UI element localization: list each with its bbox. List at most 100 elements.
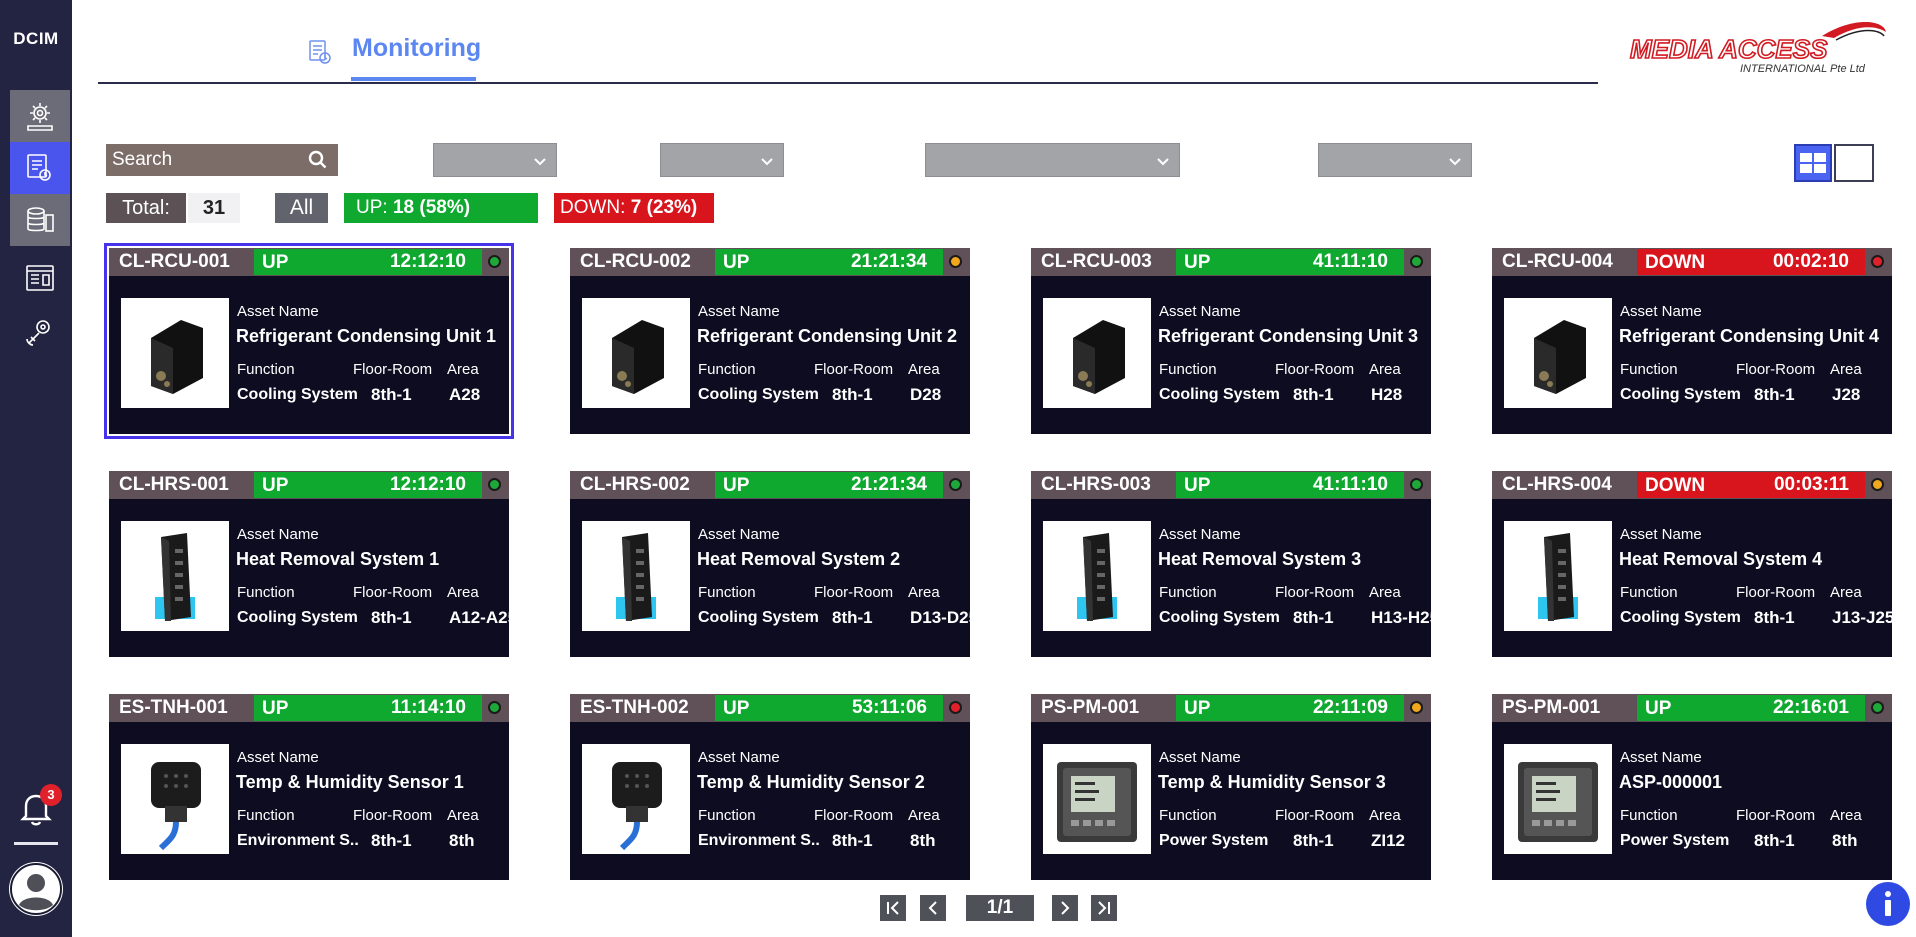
filter-dropdown-2[interactable] (660, 143, 784, 177)
search-icon[interactable] (308, 150, 328, 170)
asset-card[interactable]: CL-RCU-001 UP 12:12:10 Asset Name Refrigeran… (104, 243, 514, 439)
uptime-value: 22:16:01 (1772, 697, 1849, 718)
floor-room-value: 8th-1 (371, 385, 412, 404)
asset-name-value: Temp & Humidity Sensor 3 (1158, 772, 1386, 792)
status-bar: UP 12:12:10 (254, 472, 482, 498)
asset-name-label: Asset Name (1159, 303, 1241, 320)
asset-card[interactable]: CL-RCU-002 UP 21:21:34 Asset Name Refrigeran… (570, 248, 970, 434)
filter-dropdown-3[interactable] (925, 143, 1180, 177)
area-label: Area (908, 361, 940, 378)
grid-view-button[interactable] (1794, 144, 1832, 182)
asset-card[interactable]: CL-HRS-003 UP 41:11:10 Asset Name Heat Remov… (1031, 471, 1439, 657)
uptime-value: 21:21:34 (850, 474, 927, 495)
uptime-value: 21:21:34 (850, 251, 927, 272)
status-bar: UP 12:12:10 (254, 249, 482, 275)
user-avatar[interactable] (9, 862, 63, 916)
status-label: UP (1184, 475, 1211, 496)
asset-card[interactable]: CL-RCU-003 UP 41:11:10 Asset Name Refrigeran… (1031, 248, 1431, 434)
status-indicator-dot (949, 701, 962, 714)
asset-name-label: Asset Name (698, 526, 780, 543)
area-label: Area (1369, 361, 1401, 378)
first-page-button[interactable] (880, 895, 906, 921)
page-indicator: 1/1 (966, 895, 1034, 921)
asset-id: CL-HRS-003 (1041, 474, 1151, 495)
area-value: H28 (1371, 385, 1403, 404)
filter-all-button[interactable]: All (275, 193, 328, 223)
asset-card[interactable]: ES-TNH-002 UP 53:11:06 Asset Name Temp & Hum… (570, 694, 970, 880)
card-header: CL-HRS-002 UP 21:21:34 (570, 471, 970, 499)
tab-monitoring[interactable]: Monitoring (352, 34, 481, 63)
nav-settings-gears-icon[interactable] (10, 90, 70, 142)
asset-image (1043, 521, 1151, 631)
down-label: DOWN: (560, 197, 626, 218)
area-value: H13-H25 (1371, 608, 1440, 627)
status-indicator-dot (488, 478, 501, 491)
area-value: 8th (910, 831, 936, 850)
search-input[interactable] (106, 144, 302, 176)
area-value: A28 (449, 385, 481, 404)
function-label: Function (237, 584, 295, 601)
nav-database-icon[interactable] (10, 194, 70, 246)
function-value: Cooling System (1620, 386, 1741, 403)
status-label: UP (1184, 698, 1211, 719)
asset-name-label: Asset Name (237, 303, 319, 320)
area-label: Area (908, 807, 940, 824)
asset-id: CL-RCU-001 (119, 251, 230, 272)
function-label: Function (1620, 807, 1678, 824)
asset-id: PS-PM-001 (1502, 697, 1601, 718)
asset-image (1043, 298, 1151, 408)
asset-card[interactable]: CL-HRS-004 DOWN 00:03:11 Asset Name Heat Rem… (1492, 471, 1894, 657)
nav-monitoring-icon[interactable] (10, 142, 70, 194)
status-bar: UP 22:16:01 (1637, 695, 1865, 721)
function-label: Function (237, 807, 295, 824)
floor-room-value: 8th-1 (1754, 385, 1795, 404)
last-page-button[interactable] (1091, 895, 1117, 921)
previous-page-button[interactable] (920, 895, 946, 921)
filter-dropdown-4[interactable] (1318, 143, 1472, 177)
status-indicator-dot (488, 255, 501, 268)
chevron-down-icon (1449, 158, 1461, 166)
chevron-down-icon (534, 158, 546, 166)
floor-room-label: Floor-Room (353, 807, 433, 824)
asset-name-label: Asset Name (698, 303, 780, 320)
nav-tools-icon[interactable] (10, 306, 70, 358)
asset-image (1043, 744, 1151, 854)
floor-room-label: Floor-Room (1736, 807, 1816, 824)
filter-dropdown-1[interactable] (433, 143, 557, 177)
asset-card[interactable]: CL-HRS-002 UP 21:21:34 Asset Name Heat Remov… (570, 471, 978, 657)
function-label: Function (1159, 584, 1217, 601)
function-value: Cooling System (1159, 609, 1280, 626)
floor-room-label: Floor-Room (814, 807, 894, 824)
nav-dashboard-icon[interactable] (10, 252, 70, 304)
next-page-button[interactable] (1052, 895, 1078, 921)
floor-room-label: Floor-Room (1275, 361, 1355, 378)
card-header: CL-RCU-002 UP 21:21:34 (570, 248, 970, 276)
status-label: UP (1184, 252, 1211, 273)
area-value: 8th (1832, 831, 1858, 850)
chevron-down-icon (1157, 158, 1169, 166)
status-label: UP (1645, 698, 1672, 719)
list-view-button[interactable] (1834, 144, 1874, 182)
logo-sub-text: INTERNATIONAL Pte Ltd (1740, 63, 1866, 75)
card-header: CL-HRS-004 DOWN 00:03:11 (1492, 471, 1892, 499)
asset-card[interactable]: CL-HRS-001 UP 12:12:10 Asset Name Heat Remov… (109, 471, 517, 657)
area-label: Area (1830, 584, 1862, 601)
filter-up-button[interactable]: UP: 18 (58%) (344, 193, 538, 223)
asset-card[interactable]: PS-PM-001 UP 22:11:09 Asset Name Temp & Humi… (1031, 694, 1431, 880)
status-bar: DOWN 00:02:10 (1637, 249, 1865, 275)
status-bar: DOWN 00:03:11 (1637, 472, 1865, 498)
total-value: 31 (188, 193, 240, 223)
info-button[interactable] (1866, 882, 1910, 926)
function-label: Function (237, 361, 295, 378)
asset-card[interactable]: ES-TNH-001 UP 11:14:10 Asset Name Temp & Hum… (109, 694, 509, 880)
asset-card[interactable]: PS-PM-001 UP 22:16:01 Asset Name ASP-000001 F… (1492, 694, 1892, 880)
notification-count-badge: 3 (40, 784, 62, 806)
filter-down-button[interactable]: DOWN: 7 (23%) (554, 193, 714, 223)
asset-image (121, 298, 229, 408)
area-value: ZI12 (1371, 831, 1406, 850)
asset-card[interactable]: CL-RCU-004 DOWN 00:02:10 Asset Name Refriger… (1492, 248, 1892, 434)
down-count: 7 (23%) (630, 197, 698, 218)
status-label: UP (262, 698, 289, 719)
function-value: Environment S.. (237, 832, 359, 849)
status-indicator-dot (949, 255, 962, 268)
